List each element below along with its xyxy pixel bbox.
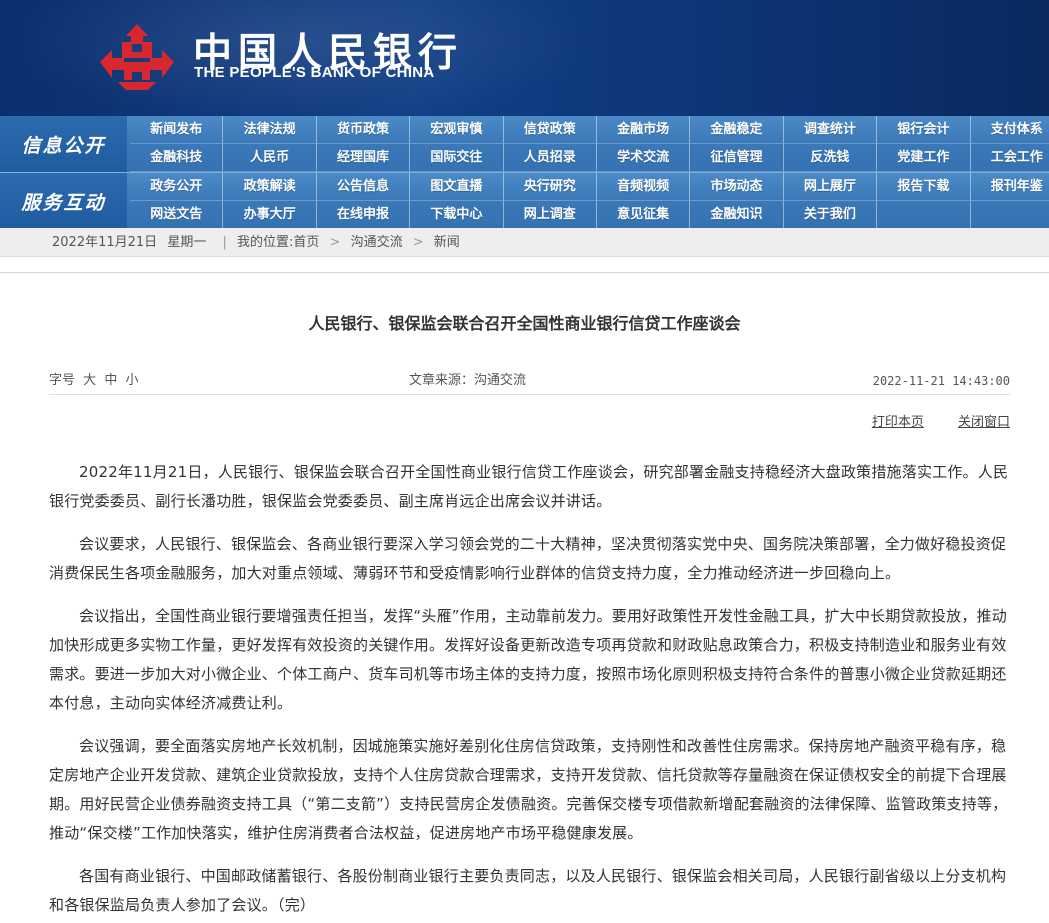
nav-item[interactable]: 政策解读: [223, 173, 317, 201]
nav-item[interactable]: 报刊年鉴: [970, 173, 1049, 201]
close-window-link[interactable]: 关闭窗口: [958, 415, 1010, 430]
nav-item[interactable]: 网送文告: [130, 201, 224, 229]
article-meta: 字号 大 中 小 文章来源：沟通交流 2022-11-21 14:43:00: [49, 367, 1010, 395]
nav-item[interactable]: 党建工作: [877, 144, 971, 172]
chevron-right-icon: >: [329, 235, 341, 250]
article-paragraph: 2022年11月21日，人民银行、银保监会联合召开全国性商业银行信贷工作座谈会，…: [49, 463, 1009, 510]
nav-item[interactable]: 金融市场: [596, 116, 691, 144]
nav-item[interactable]: 政务公开: [130, 173, 224, 201]
current-date: 2022年11月21日: [52, 235, 158, 250]
print-page-link[interactable]: 打印本页: [872, 415, 924, 430]
nav-item[interactable]: 图文直播: [410, 173, 504, 201]
nav-item[interactable]: 调查统计: [783, 116, 878, 144]
divider: [0, 272, 1049, 273]
article-paragraph: 会议要求，人民银行、银保监会、各商业银行要深入学习领会党的二十大精神，坚决贯彻落…: [49, 535, 1007, 582]
nav-item[interactable]: 国际交往: [410, 144, 504, 172]
article-body: 2022年11月21日，人民银行、银保监会联合召开全国性商业银行信贷工作座谈会，…: [49, 458, 1011, 923]
nav-row-info: 信息公开 新闻发布 法律法规 货币政策 宏观审慎 信贷政策 金融市场 金融稳定 …: [0, 116, 1049, 172]
nav-item[interactable]: 音频视频: [596, 173, 691, 201]
font-small-button[interactable]: 小: [125, 373, 138, 388]
nav-item[interactable]: 法律法规: [223, 116, 317, 144]
nav-item[interactable]: 网上调查: [503, 201, 597, 229]
nav-item[interactable]: 央行研究: [503, 173, 597, 201]
nav-item[interactable]: 征信管理: [690, 144, 784, 172]
article-paragraph: 各国有商业银行、中国邮政储蓄银行、各股份制商业银行主要负责同志，以及人民银行、银…: [49, 867, 1007, 914]
breadcrumb-level1-link[interactable]: 沟通交流: [351, 235, 403, 250]
article-datetime: 2022-11-21 14:43:00: [872, 374, 1010, 388]
nav-section-label: 信息公开: [0, 116, 127, 172]
nav-item[interactable]: 网上展厅: [783, 173, 878, 201]
article-source: 文章来源：沟通交流: [409, 373, 527, 388]
font-medium-button[interactable]: 中: [104, 373, 117, 388]
font-size-label: 字号: [49, 373, 76, 388]
nav-item[interactable]: 人民币: [223, 144, 317, 172]
breadcrumb: 2022年11月21日 星期一 | 我的位置:首页 > 沟通交流 > 新闻: [0, 228, 1049, 257]
article-paragraph: 会议指出，全国性商业银行要增强责任担当，发挥“头雁”作用，主动靠前发力。要用好政…: [49, 607, 1007, 712]
nav-item-empty: [877, 201, 971, 229]
nav-item[interactable]: 金融科技: [130, 144, 224, 172]
article-tools: 打印本页 关闭窗口: [842, 411, 1010, 430]
nav-item[interactable]: 报告下载: [877, 173, 971, 201]
font-size-switcher: 字号 大 中 小: [49, 367, 138, 395]
nav-item[interactable]: 意见征集: [596, 201, 691, 229]
site-header: 中国人民银行 THE PEOPLE'S BANK OF CHINA: [0, 0, 1049, 116]
divider: |: [222, 235, 227, 250]
nav-item[interactable]: 人员招录: [503, 144, 597, 172]
nav-item[interactable]: 办事大厅: [223, 201, 317, 229]
nav-item[interactable]: 在线申报: [316, 201, 411, 229]
nav-item[interactable]: 宏观审慎: [410, 116, 504, 144]
nav-section-label: 服务互动: [0, 173, 127, 229]
nav-item[interactable]: 市场动态: [690, 173, 784, 201]
chevron-right-icon: >: [412, 235, 424, 250]
current-weekday: 星期一: [167, 235, 207, 250]
nav-item[interactable]: 工会工作: [970, 144, 1049, 172]
article-title: 人民银行、银保监会联合召开全国性商业银行信贷工作座谈会: [308, 314, 741, 333]
pboc-emblem-icon[interactable]: [96, 22, 178, 92]
nav-item[interactable]: 经理国库: [316, 144, 411, 172]
main-nav: 信息公开 新闻发布 法律法规 货币政策 宏观审慎 信贷政策 金融市场 金融稳定 …: [0, 116, 1049, 229]
nav-item[interactable]: 反洗钱: [783, 144, 878, 172]
nav-row-service: 服务互动 政务公开 政策解读 公告信息 图文直播 央行研究 音频视频 市场动态 …: [0, 172, 1049, 229]
nav-item[interactable]: 学术交流: [596, 144, 691, 172]
location-label: 我的位置:: [237, 235, 294, 250]
breadcrumb-home-link[interactable]: 首页: [293, 235, 319, 250]
nav-grid-info: 新闻发布 法律法规 货币政策 宏观审慎 信贷政策 金融市场 金融稳定 调查统计 …: [130, 116, 1049, 172]
nav-item[interactable]: 公告信息: [316, 173, 411, 201]
article-paragraph: 会议强调，要全面落实房地产长效机制，因城施策实施好差别化住房信贷政策，支持刚性和…: [49, 737, 1008, 842]
nav-item[interactable]: 下载中心: [410, 201, 504, 229]
nav-item[interactable]: 关于我们: [783, 201, 878, 229]
nav-item[interactable]: 银行会计: [877, 116, 971, 144]
nav-item-empty: [970, 201, 1049, 229]
nav-grid-service: 政务公开 政策解读 公告信息 图文直播 央行研究 音频视频 市场动态 网上展厅 …: [130, 173, 1049, 229]
nav-item[interactable]: 货币政策: [316, 116, 411, 144]
nav-item[interactable]: 金融知识: [690, 201, 784, 229]
nav-item[interactable]: 新闻发布: [130, 116, 224, 144]
nav-item[interactable]: 支付体系: [970, 116, 1049, 144]
font-large-button[interactable]: 大: [83, 373, 96, 388]
nav-item[interactable]: 信贷政策: [503, 116, 597, 144]
breadcrumb-level2-link[interactable]: 新闻: [434, 235, 460, 250]
nav-item[interactable]: 金融稳定: [690, 116, 784, 144]
site-name-en[interactable]: THE PEOPLE'S BANK OF CHINA: [194, 64, 435, 81]
